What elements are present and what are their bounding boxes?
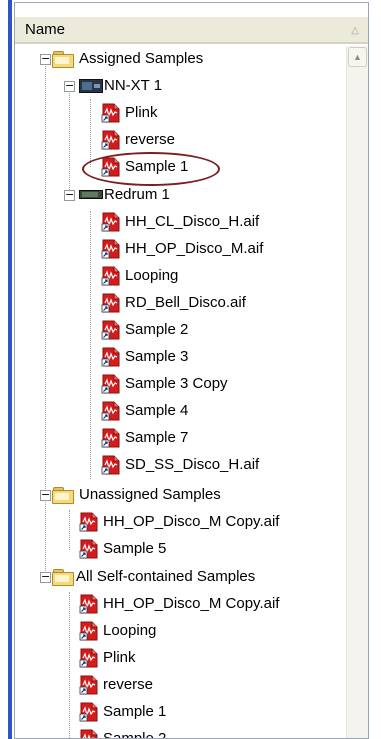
tree-guide <box>69 510 70 550</box>
folder-icon <box>52 568 74 586</box>
tree-node-self-contained-samples[interactable]: All Self-contained Samples <box>52 563 255 590</box>
sample-label: SD_SS_Disco_H.aif <box>125 456 260 473</box>
sample-label: Sample 7 <box>125 429 189 446</box>
tree-guide <box>69 86 70 196</box>
sample-label: Plink <box>103 649 136 666</box>
sample-file-icon <box>101 239 121 259</box>
sample-file-icon <box>101 320 121 340</box>
sort-ascending-icon: △ <box>351 25 359 36</box>
tree-node-label: NN-XT 1 <box>104 77 163 94</box>
sample-file-icon <box>101 266 121 286</box>
tree-leaf-sample[interactable]: Looping <box>101 262 178 289</box>
tree-leaf-sample[interactable]: Sample 5 <box>79 535 166 562</box>
window-border <box>8 0 12 739</box>
sample-file-icon <box>79 512 99 532</box>
sample-label: RD_Bell_Disco.aif <box>125 294 246 311</box>
sample-file-icon <box>79 594 99 614</box>
tree-leaf-sample[interactable]: Sample 2 <box>101 316 188 343</box>
tree-leaf-sample[interactable]: HH_CL_Disco_H.aif <box>101 208 259 235</box>
sample-file-icon <box>101 401 121 421</box>
sample-label: Sample 3 <box>125 348 189 365</box>
sample-file-icon <box>101 103 121 123</box>
sample-label: HH_OP_Disco_M Copy.aif <box>103 513 280 530</box>
tree-leaf-sample[interactable]: RD_Bell_Disco.aif <box>101 289 246 316</box>
tree-leaf-sample[interactable]: HH_OP_Disco_M.aif <box>101 235 263 262</box>
sample-file-icon <box>101 130 121 150</box>
sample-file-icon <box>79 621 99 641</box>
sample-tree-panel: Name △ ▲ Assigned Samples − NN-XT 1 − Pl… <box>14 2 369 739</box>
tree-leaf-sample[interactable]: Sample 3 Copy <box>101 370 228 397</box>
vertical-scrollbar[interactable]: ▲ <box>346 46 368 738</box>
tree-leaf-sample[interactable]: Plink <box>79 644 136 671</box>
scroll-up-button[interactable]: ▲ <box>348 47 367 67</box>
folder-icon <box>52 486 74 504</box>
sample-file-icon <box>79 648 99 668</box>
column-header-name[interactable]: Name △ <box>15 17 368 44</box>
tree-guide <box>69 592 70 738</box>
sample-file-icon <box>101 374 121 394</box>
tree-leaf-sample[interactable]: Looping <box>79 617 156 644</box>
collapse-toggle[interactable]: − <box>40 53 51 65</box>
tree-node-label: Assigned Samples <box>79 50 204 67</box>
sample-file-icon <box>79 539 99 559</box>
folder-icon <box>52 50 74 68</box>
sample-label: Looping <box>125 267 179 284</box>
sample-label: reverse <box>125 131 176 148</box>
sample-file-icon <box>101 293 121 313</box>
tree-leaf-sample[interactable]: Sample 7 <box>101 424 188 451</box>
sample-file-icon <box>79 702 99 722</box>
collapse-toggle[interactable]: − <box>40 571 51 583</box>
sample-label: Sample 3 Copy <box>125 375 228 392</box>
sample-label: Sample 1 <box>125 158 189 175</box>
column-header-label: Name <box>25 21 66 38</box>
tree-leaf-sample[interactable]: Sample 1 <box>101 153 188 180</box>
tree-leaf-sample[interactable]: HH_OP_Disco_M Copy.aif <box>79 508 279 535</box>
collapse-toggle[interactable]: − <box>64 189 75 201</box>
tree-leaf-sample[interactable]: Plink <box>101 99 158 126</box>
sample-file-icon <box>101 347 121 367</box>
sample-label: Plink <box>125 104 158 121</box>
tree-node-label: Unassigned Samples <box>79 486 221 503</box>
sample-file-icon <box>101 428 121 448</box>
sample-label: HH_OP_Disco_M.aif <box>125 240 264 257</box>
sample-file-icon <box>101 157 121 177</box>
sample-file-icon <box>79 729 99 738</box>
tree-node-assigned-samples[interactable]: Assigned Samples <box>52 45 203 72</box>
tree-node-label: Redrum 1 <box>104 186 170 203</box>
sample-label: Looping <box>103 622 157 639</box>
left-margin <box>0 0 8 739</box>
collapse-toggle[interactable]: − <box>40 489 51 501</box>
tree-guide <box>90 99 91 167</box>
tree-leaf-sample[interactable]: Sample 4 <box>101 397 188 424</box>
tree-node-nnxt[interactable]: NN-XT 1 <box>79 72 162 99</box>
sample-label: Sample 1 <box>103 703 167 720</box>
tree-leaf-sample[interactable]: Sample 3 <box>101 343 188 370</box>
sample-label: HH_CL_Disco_H.aif <box>125 213 260 230</box>
tree-guide <box>90 211 91 479</box>
sample-file-icon <box>101 455 121 475</box>
tree-node-label: All Self-contained Samples <box>76 568 256 585</box>
tree-leaf-sample[interactable]: Sample 1 <box>79 698 166 725</box>
tree-leaf-sample[interactable]: Sample 2 <box>79 725 167 739</box>
nnxt-device-icon <box>79 78 103 93</box>
sample-file-icon <box>79 675 99 695</box>
tree-leaf-sample[interactable]: SD_SS_Disco_H.aif <box>101 451 259 478</box>
redrum-device-icon <box>79 190 103 199</box>
sample-label: HH_OP_Disco_M Copy.aif <box>103 595 280 612</box>
tree-leaf-sample[interactable]: reverse <box>79 671 153 698</box>
sample-label: reverse <box>103 676 154 693</box>
sample-label: Sample 4 <box>125 402 189 419</box>
tree-leaf-sample[interactable]: reverse <box>101 126 175 153</box>
tree-node-unassigned-samples[interactable]: Unassigned Samples <box>52 481 221 508</box>
sample-label: Sample 2 <box>103 730 167 739</box>
tree-leaf-sample[interactable]: HH_OP_Disco_M Copy.aif <box>79 590 279 617</box>
sample-file-icon <box>101 212 121 232</box>
sample-label: Sample 2 <box>125 321 189 338</box>
sample-label: Sample 5 <box>103 540 167 557</box>
tree-node-redrum[interactable]: Redrum 1 <box>79 181 170 208</box>
collapse-toggle[interactable]: − <box>64 80 75 92</box>
